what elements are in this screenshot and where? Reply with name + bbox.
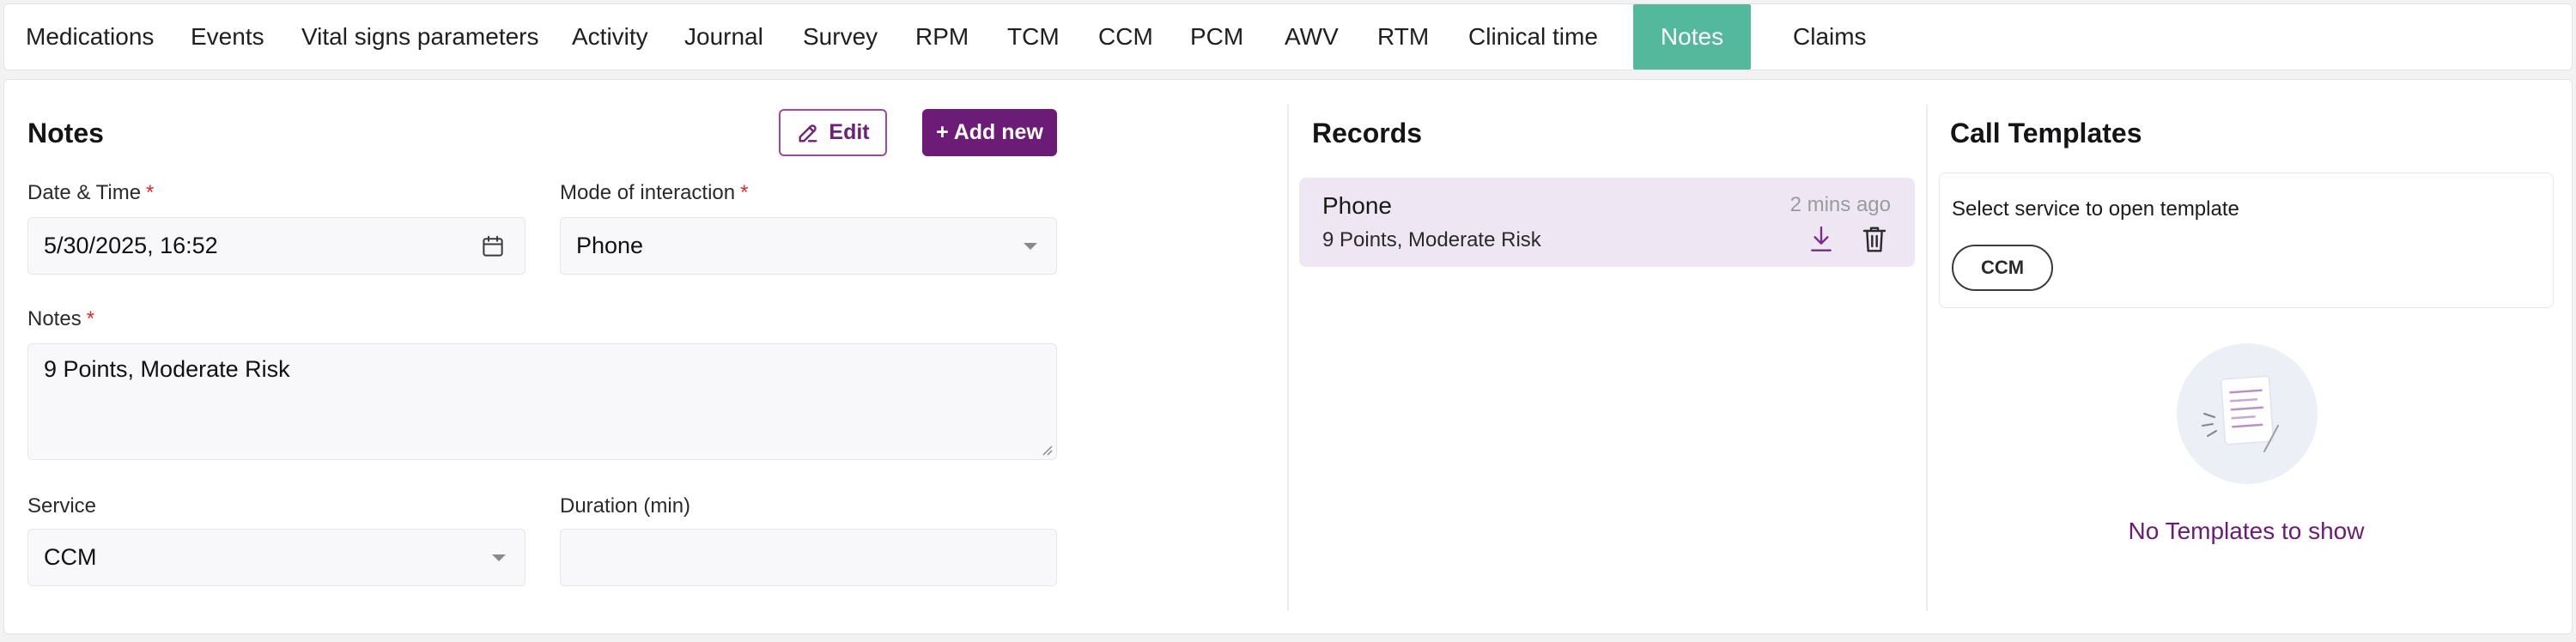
records-title: Records <box>1312 118 1423 148</box>
service-value: CCM <box>44 544 97 570</box>
service-label: Service <box>27 494 97 518</box>
pencil-icon <box>799 124 817 142</box>
tab-journal[interactable]: Journal <box>684 4 763 70</box>
tab-claims[interactable]: Claims <box>1793 4 1867 70</box>
column-divider <box>1926 105 1928 611</box>
mode-label: Mode of interaction * <box>560 181 748 205</box>
tab-clinical-time[interactable]: Clinical time <box>1468 4 1598 70</box>
notes-title: Notes <box>27 118 104 148</box>
date-time-label: Date & Time * <box>27 181 154 205</box>
template-service-box: Select service to open template CCM <box>1939 173 2554 308</box>
mode-select[interactable]: Phone <box>560 217 1057 275</box>
notes-field-label: Notes * <box>27 307 94 331</box>
tab-events[interactable]: Events <box>191 4 264 70</box>
download-icon[interactable] <box>1807 224 1835 255</box>
notes-textarea-value: 9 Points, Moderate Risk <box>44 356 290 382</box>
required-mark: * <box>146 181 155 204</box>
resize-handle-icon[interactable] <box>1039 442 1053 456</box>
caret-down-icon <box>492 554 506 561</box>
tab-rpm[interactable]: RPM <box>915 4 969 70</box>
calendar-icon[interactable] <box>480 233 506 259</box>
no-templates-message: No Templates to show <box>2128 518 2365 544</box>
call-templates-title: Call Templates <box>1950 118 2142 148</box>
notes-textarea[interactable]: 9 Points, Moderate Risk <box>27 343 1057 460</box>
tab-pcm[interactable]: PCM <box>1190 4 1243 70</box>
tab-ccm[interactable]: CCM <box>1098 4 1153 70</box>
duration-input[interactable] <box>560 529 1057 586</box>
tab-rtm[interactable]: RTM <box>1377 4 1429 70</box>
tab-medications[interactable]: Medications <box>26 4 154 70</box>
record-item[interactable]: Phone 2 mins ago 9 Points, Moderate Risk <box>1299 178 1915 267</box>
column-divider <box>1287 105 1289 611</box>
required-mark: * <box>740 181 749 204</box>
record-type: Phone <box>1322 192 1392 219</box>
tab-activity[interactable]: Activity <box>572 4 648 70</box>
edit-button-label: Edit <box>829 120 870 144</box>
mode-value: Phone <box>576 233 644 258</box>
add-new-button[interactable]: + Add new <box>922 109 1057 156</box>
service-select[interactable]: CCM <box>27 529 526 586</box>
document-illustration-icon <box>2177 343 2318 484</box>
template-hint: Select service to open template <box>1952 197 2239 221</box>
tab-awv[interactable]: AWV <box>1285 4 1339 70</box>
tab-survey[interactable]: Survey <box>803 4 878 70</box>
duration-label: Duration (min) <box>560 494 691 518</box>
required-mark: * <box>86 307 95 330</box>
caret-down-icon <box>1024 242 1037 250</box>
service-pill-ccm[interactable]: CCM <box>1952 245 2053 291</box>
tab-bar: Medications Events Vital signs parameter… <box>3 3 2573 70</box>
date-time-label-text: Date & Time <box>27 181 142 204</box>
edit-button[interactable]: Edit <box>779 109 887 156</box>
trash-icon[interactable] <box>1861 224 1888 255</box>
record-note: 9 Points, Moderate Risk <box>1322 228 1541 251</box>
tab-vital-signs-parameters[interactable]: Vital signs parameters <box>301 4 539 70</box>
tab-notes[interactable]: Notes <box>1633 4 1751 70</box>
date-time-value: 5/30/2025, 16:52 <box>44 233 218 258</box>
date-time-input[interactable]: 5/30/2025, 16:52 <box>27 217 526 275</box>
tab-tcm[interactable]: TCM <box>1007 4 1060 70</box>
notes-field-label-text: Notes <box>27 307 82 330</box>
record-time: 2 mins ago <box>1789 193 1891 216</box>
mode-label-text: Mode of interaction <box>560 181 736 204</box>
